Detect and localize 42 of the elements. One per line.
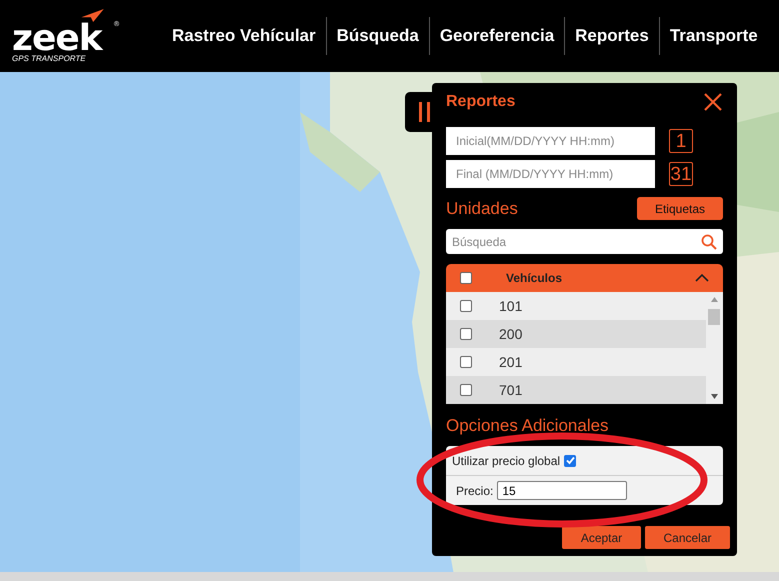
side-tab[interactable]	[405, 92, 432, 132]
calendar-icon[interactable]: 1	[669, 129, 693, 153]
dialog-button[interactable]: Cancelar	[645, 526, 730, 549]
vehicle-name: 201	[499, 354, 522, 370]
checkbox[interactable]	[460, 356, 472, 368]
scrollbar-thumb[interactable]	[708, 309, 720, 325]
vehicle-row[interactable]: 200	[446, 320, 706, 348]
search-field[interactable]: Búsqueda	[446, 229, 723, 254]
search-icon[interactable]	[701, 234, 717, 250]
checkbox-label: Utilizar precio global	[452, 454, 560, 468]
vehicle-row[interactable]: 201	[446, 348, 706, 376]
vehicle-row[interactable]: 101	[446, 292, 706, 320]
date-field[interactable]: Final (MM/DD/YYYY HH:mm)	[446, 160, 655, 188]
price-field[interactable]: 15	[497, 481, 628, 500]
section-heading: Unidades	[446, 198, 518, 218]
field-label: Precio:	[456, 484, 494, 498]
vehicle-name: 101	[499, 298, 522, 314]
column-header: Vehículos	[505, 271, 564, 285]
vehicle-name: 200	[499, 326, 522, 342]
chevron-icon[interactable]	[695, 273, 709, 283]
nav-link[interactable]: Búsqueda	[326, 17, 429, 55]
dialog-button[interactable]: Aceptar	[562, 526, 641, 549]
checkbox[interactable]	[564, 454, 576, 466]
panel-title: Reportes	[446, 93, 516, 111]
logo-tagline: GPS TRANSPORTE	[12, 54, 86, 63]
checkbox[interactable]	[460, 272, 472, 284]
nav-link[interactable]: Reportes	[564, 17, 659, 55]
nav-link[interactable]: Georeferencia	[428, 17, 564, 55]
close-icon[interactable]	[703, 92, 723, 112]
vehicle-row[interactable]: 701	[446, 376, 706, 404]
section-heading: Opciones Adicionales	[446, 416, 610, 436]
pause-icon	[419, 102, 431, 122]
nav-link[interactable]: Rastreo Vehícular	[162, 17, 326, 55]
vehicle-name: 701	[499, 382, 522, 398]
checkbox[interactable]	[460, 300, 472, 312]
labels-button[interactable]: Etiquetas	[637, 197, 723, 220]
scroll-down-icon[interactable]	[711, 394, 718, 399]
date-field[interactable]: Inicial(MM/DD/YYYY HH:mm)	[446, 127, 655, 155]
checkbox[interactable]	[460, 384, 472, 396]
checkbox[interactable]	[460, 328, 472, 340]
calendar-icon[interactable]: 31	[669, 162, 693, 186]
nav-link[interactable]: Transporte	[658, 17, 768, 55]
